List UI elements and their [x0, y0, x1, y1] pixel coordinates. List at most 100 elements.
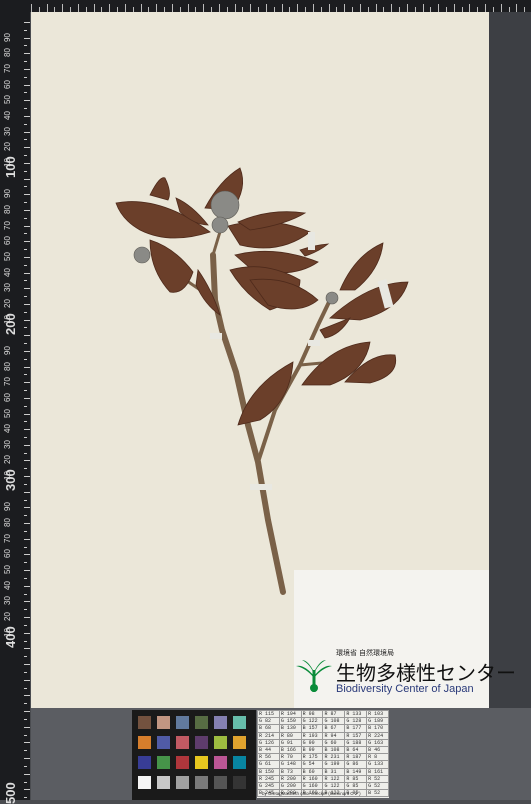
- color-table-cell: G 85: [344, 782, 368, 791]
- ruler-tick: [24, 483, 27, 485]
- color-table-cell: R 133: [344, 709, 368, 719]
- color-table-cell: B 150: [257, 767, 280, 776]
- ruler-minor-label: 70: [3, 64, 12, 73]
- ruler-tick: [24, 632, 30, 634]
- ruler-tick: [24, 570, 30, 572]
- color-table-cell: G 163: [366, 738, 389, 748]
- color-table-cell: G 60: [322, 738, 346, 748]
- ruler-tick: [24, 280, 27, 282]
- color-table-cell: B 64: [344, 746, 368, 755]
- color-table-cell: R 245: [257, 774, 280, 784]
- ruler-tick: [24, 523, 30, 525]
- ruler-tick: [24, 194, 30, 196]
- color-table-cell: B 73: [278, 767, 302, 776]
- ruler-minor-label: 20: [3, 612, 12, 622]
- ruler-minor-label: 50: [3, 408, 12, 418]
- ruler-minor-label: 70: [3, 220, 12, 230]
- ruler-tick: [24, 405, 27, 407]
- ruler-minor-label: 40: [3, 111, 12, 120]
- color-table-cell: B 157: [300, 724, 324, 733]
- color-table-row: B 44 B 166 B 99 B 108 B 64 B 46: [257, 746, 389, 755]
- ruler-tick: [24, 609, 27, 611]
- color-table-cell: G 200: [278, 782, 302, 791]
- ruler-minor-label: 80: [3, 48, 12, 58]
- color-table-cell: B 46: [366, 746, 389, 755]
- ruler-tick: [24, 131, 30, 133]
- color-table-cell: G 128: [344, 717, 368, 726]
- ruler-tick: [24, 397, 30, 399]
- ruler-tick: [24, 374, 27, 376]
- ruler-tick: [24, 429, 30, 431]
- ruler-tick: [24, 350, 30, 352]
- ruler-tick: [24, 303, 30, 305]
- ruler-tick: [24, 327, 27, 329]
- ruler-minor-label: 60: [3, 392, 12, 402]
- color-table-cell: G 122: [322, 782, 346, 791]
- ruler-tick: [24, 170, 27, 172]
- color-table-cell: B 99: [300, 746, 324, 755]
- color-table-cell: R 187: [344, 753, 368, 762]
- ruler-tick: [24, 711, 30, 713]
- color-table-cell: B 130: [278, 724, 302, 733]
- ruler-tick: [24, 22, 30, 23]
- color-table-cell: G 126: [257, 738, 280, 748]
- ruler-tick: [24, 162, 30, 164]
- color-table-row: G 245 G 200 G 160 G 122 G 85 G 52: [257, 782, 389, 791]
- color-table-row: R 245 R 200 R 160 R 122 R 85 R 52: [257, 774, 389, 784]
- color-table-cell: B 68: [257, 724, 280, 733]
- color-value-table: R 115 R 194 R 98 R 87 R 133 R 103 G 82 G 150 G 1…: [257, 709, 389, 798]
- ruler-major-label: 200: [3, 312, 18, 335]
- color-table-cell: R 231: [322, 753, 346, 762]
- ruler-tick: [24, 84, 30, 86]
- ruler-minor-label: 30: [3, 439, 12, 449]
- color-table-cell: R 52: [366, 774, 389, 784]
- color-table-row: R 115 R 194 R 98 R 87 R 133 R 103: [257, 709, 389, 719]
- color-table-cell: R 70: [278, 753, 302, 762]
- ruler-tick: [24, 624, 27, 626]
- ruler-tick: [24, 460, 30, 462]
- ruler-tick: [24, 742, 30, 744]
- color-table-cell: B 149: [344, 767, 368, 776]
- ruler-tick: [24, 491, 30, 493]
- ruler-tick: [24, 413, 30, 415]
- color-table-cell: B 60: [300, 767, 324, 776]
- ruler-tick: [24, 562, 27, 564]
- ruler-tick: [24, 530, 27, 532]
- ruler-tick: [24, 679, 30, 681]
- ruler-major-label: 100: [3, 156, 18, 178]
- color-table-cell: G 91: [278, 738, 302, 748]
- ruler-tick: [24, 29, 27, 31]
- color-table-cell: R 80: [278, 731, 302, 740]
- ruler-minor-label: 20: [3, 142, 12, 152]
- color-table-cell: B 44: [257, 746, 280, 755]
- ruler-tick: [24, 601, 30, 603]
- ruler-minor-label: 90: [3, 345, 12, 355]
- ruler-tick: [24, 421, 27, 423]
- color-table-cell: B 67: [322, 724, 346, 733]
- ruler-tick: [24, 288, 30, 290]
- color-table-cell: R 175: [300, 753, 324, 762]
- color-table-cell: R 157: [344, 731, 368, 740]
- color-table-caption: by GretagMacbeth color checker (Illumina…: [262, 791, 361, 796]
- ruler-tick: [24, 538, 30, 540]
- color-table-cell: B 166: [278, 746, 302, 755]
- color-table-row: G 82 G 150 G 122 G 108 G 128 G 189: [257, 717, 389, 726]
- ruler-minor-label: 60: [3, 79, 12, 89]
- color-table-cell: G 245: [257, 782, 280, 791]
- color-table-cell: G 122: [300, 717, 324, 726]
- ruler-tick: [24, 390, 27, 391]
- color-value-grid: R 115 R 194 R 98 R 87 R 133 R 103 G 82 G 150 G 1…: [257, 709, 389, 798]
- ruler-tick: [24, 178, 30, 180]
- ruler-tick: [24, 734, 27, 736]
- ruler-minor-label: 40: [3, 580, 12, 590]
- ruler-minor-label: 80: [3, 518, 12, 528]
- color-table-cell: R 87: [322, 709, 346, 719]
- ruler-tick: [24, 382, 30, 384]
- color-table-cell: G 82: [257, 717, 280, 726]
- ruler-tick: [24, 468, 27, 470]
- color-table-row: R 214 R 80 R 193 R 94 R 157 R 224: [257, 731, 389, 740]
- ruler-tick: [24, 225, 30, 227]
- color-table-cell: R 160: [300, 774, 324, 784]
- ruler-major-label: 400: [3, 626, 18, 648]
- color-table-cell: R 122: [322, 774, 346, 784]
